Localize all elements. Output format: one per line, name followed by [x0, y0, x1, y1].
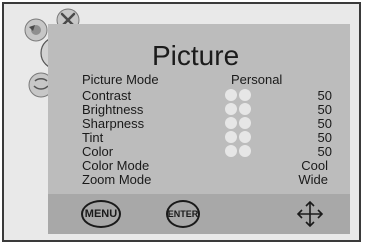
dot-icon: [225, 89, 237, 101]
menu-item-color[interactable]: Color 50: [82, 145, 332, 158]
dot-icon: [239, 117, 251, 129]
menu-item-label: Tint: [82, 130, 104, 145]
menu-item-label: Color: [82, 144, 114, 159]
menu-item-value: Cool: [301, 158, 328, 173]
menu-item-label: Zoom Mode: [82, 172, 152, 187]
menu-button[interactable]: MENU: [81, 200, 121, 228]
dot-icon: [225, 131, 237, 143]
menu-item-label: Contrast: [82, 88, 132, 103]
dot-icon: [225, 117, 237, 129]
page-title: Picture: [152, 40, 240, 71]
menu-item-label: Color Mode: [82, 158, 150, 173]
menu-item-tint[interactable]: Tint 50: [82, 131, 332, 144]
menu-item-value: 50: [317, 130, 332, 145]
menu-item-value: 50: [317, 144, 332, 159]
menu-item-zoom-mode[interactable]: Zoom Mode Wide: [82, 173, 332, 186]
menu-item-contrast[interactable]: Contrast 50: [82, 89, 332, 102]
menu-item-brightness[interactable]: Brightness 50: [82, 103, 332, 116]
adjust-dots: [225, 145, 253, 158]
menu-item-value: 50: [317, 102, 332, 117]
menu-item-picture-mode[interactable]: Picture Mode Personal: [82, 73, 332, 86]
dot-icon: [225, 103, 237, 115]
dot-icon: [239, 145, 251, 157]
enter-button[interactable]: ENTER: [166, 200, 200, 228]
menu-item-value: 50: [317, 116, 332, 131]
adjust-dots: [225, 117, 253, 130]
menu-item-value: 50: [317, 88, 332, 103]
menu-item-value: Wide: [298, 172, 328, 187]
menu-item-label: Sharpness: [82, 116, 145, 131]
adjust-dots: [225, 131, 253, 144]
adjust-dots: [225, 89, 253, 102]
dot-icon: [225, 145, 237, 157]
menu-item-label: Picture Mode: [82, 72, 159, 87]
osd-footer: MENU ENTER: [48, 194, 350, 234]
four-way-arrow-icon[interactable]: [296, 200, 324, 228]
menu-item-sharpness[interactable]: Sharpness 50: [82, 117, 332, 130]
tv-osd-window: Picture Picture Mode Personal Contrast 5…: [2, 2, 361, 242]
dot-icon: [239, 89, 251, 101]
dot-icon: [239, 131, 251, 143]
menu-item-color-mode[interactable]: Color Mode Cool: [82, 159, 332, 172]
dot-icon: [239, 103, 251, 115]
adjust-dots: [225, 103, 253, 116]
menu-item-value: Personal: [231, 72, 283, 87]
menu-item-label: Brightness: [82, 102, 144, 117]
